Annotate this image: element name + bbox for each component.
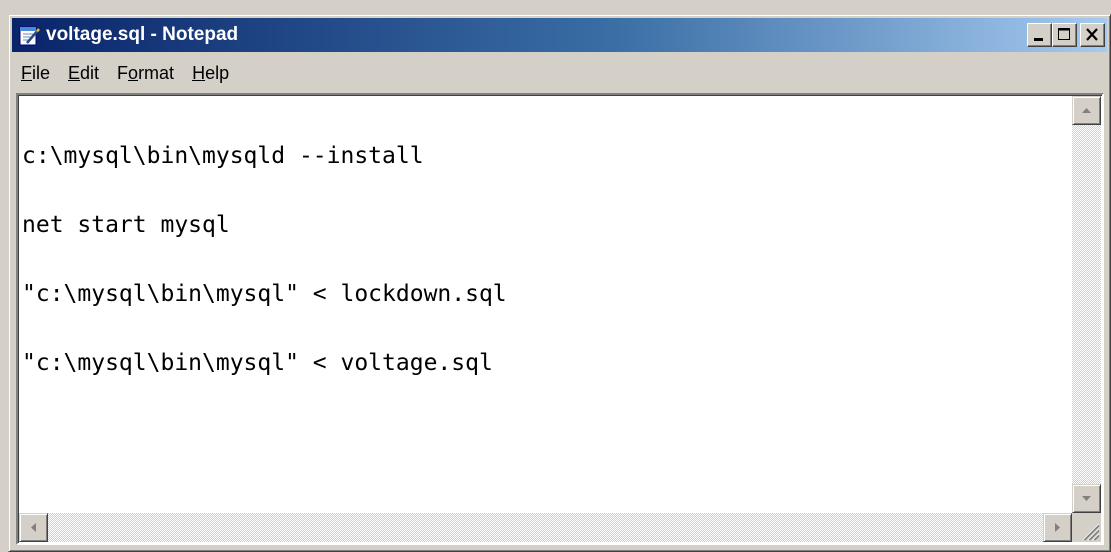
caption-buttons	[1027, 23, 1105, 47]
scroll-up-button[interactable]	[1072, 96, 1101, 125]
menu-format[interactable]: Format	[108, 58, 183, 88]
minimize-button[interactable]	[1027, 23, 1052, 47]
menu-file[interactable]: File	[12, 58, 59, 88]
arrow-right-icon	[1055, 523, 1060, 532]
scroll-down-button[interactable]	[1072, 484, 1101, 513]
maximize-button[interactable]	[1052, 23, 1077, 47]
menu-help[interactable]: Help	[183, 58, 238, 88]
close-button[interactable]	[1080, 23, 1105, 47]
minimize-icon	[1034, 38, 1043, 41]
text-editor[interactable]: c:\mysql\bin\mysqld --install net start …	[21, 98, 1072, 513]
resize-grip-icon	[1082, 523, 1100, 541]
editor-line: net start mysql	[22, 212, 230, 238]
notepad-icon[interactable]	[17, 23, 41, 47]
title-bar[interactable]: voltage.sql - Notepad	[12, 18, 1107, 52]
editor-line: "c:\mysql\bin\mysql" < voltage.sql	[22, 350, 493, 376]
menu-bar: File Edit Format Help	[12, 56, 1107, 90]
maximize-icon	[1058, 28, 1070, 40]
vertical-scrollbar[interactable]	[1072, 96, 1101, 513]
resize-grip[interactable]	[1072, 513, 1101, 542]
notepad-window: voltage.sql - Notepad File Edit Format H…	[8, 14, 1111, 552]
scroll-left-button[interactable]	[19, 513, 48, 542]
close-icon	[1086, 28, 1098, 41]
menu-edit[interactable]: Edit	[59, 58, 108, 88]
window-title: voltage.sql - Notepad	[46, 24, 239, 45]
editor-line: "c:\mysql\bin\mysql" < lockdown.sql	[22, 281, 507, 307]
arrow-left-icon	[31, 523, 36, 532]
horizontal-scrollbar[interactable]	[19, 513, 1072, 542]
scroll-right-button[interactable]	[1043, 513, 1072, 542]
editor-line: c:\mysql\bin\mysqld --install	[22, 143, 424, 169]
arrow-down-icon	[1082, 496, 1091, 501]
arrow-up-icon	[1082, 108, 1091, 113]
editor-frame: c:\mysql\bin\mysqld --install net start …	[16, 93, 1104, 545]
